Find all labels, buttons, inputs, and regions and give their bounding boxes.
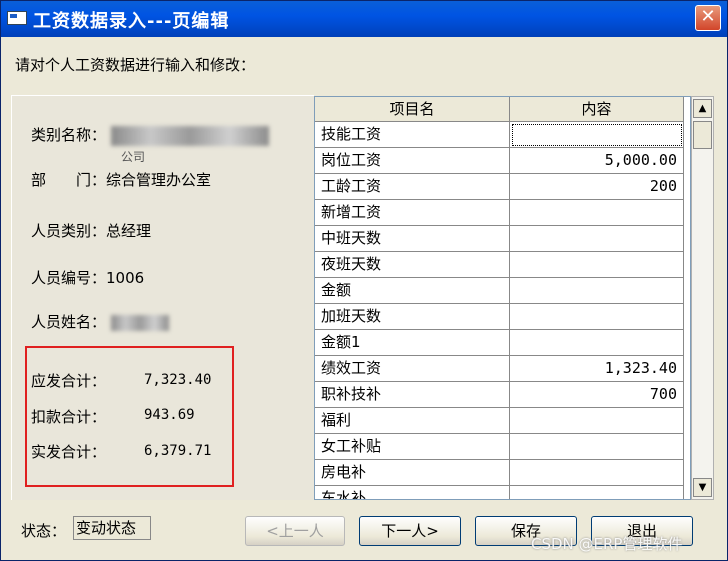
table-row[interactable]: 车水补: [315, 486, 690, 499]
item-value-cell[interactable]: [510, 460, 684, 486]
table-row[interactable]: 工龄工资 200: [315, 174, 690, 200]
deduction-value: 943.69: [144, 407, 195, 423]
category-suffix: 公司: [121, 150, 146, 164]
item-value-cell[interactable]: [510, 486, 684, 499]
grid-scrollbar[interactable]: ▲ ▼: [691, 96, 714, 500]
deduction-row: 扣款合计：: [31, 406, 106, 427]
instruction-text: 请对个人工资数据进行输入和修改：: [15, 56, 256, 74]
item-name-cell: 新增工资: [315, 200, 510, 226]
item-name-cell: 职补技补: [315, 382, 510, 408]
table-row[interactable]: 技能工资: [315, 122, 690, 148]
status-label: 状态：: [21, 522, 67, 540]
item-name-cell: 工龄工资: [315, 174, 510, 200]
item-name-cell: 绩效工资: [315, 356, 510, 382]
column-header-item[interactable]: 项目名: [315, 97, 510, 122]
grid-header: 项目名 内容: [315, 97, 690, 122]
net-label: 实发合计：: [31, 443, 107, 461]
deduction-label: 扣款合计：: [31, 408, 107, 426]
item-value-cell[interactable]: [510, 330, 684, 356]
department-row: 部 门：综合管理办公室: [31, 169, 211, 190]
item-name-cell: 技能工资: [315, 122, 510, 148]
item-value-cell[interactable]: [510, 200, 684, 226]
item-value-cell[interactable]: 700: [510, 382, 684, 408]
item-value-cell[interactable]: 5,000.00: [510, 148, 684, 174]
net-value: 6,379.71: [144, 443, 212, 459]
item-value-cell[interactable]: 1,323.40: [510, 356, 684, 382]
status-value: 变动状态: [73, 516, 151, 540]
item-value-cell[interactable]: [510, 226, 684, 252]
gross-value: 7,323.40: [144, 372, 212, 388]
department-value: 综合管理办公室: [106, 171, 212, 189]
item-value-cell[interactable]: [510, 278, 684, 304]
staff-id-row: 人员编号：1006: [31, 267, 144, 288]
category-row: 类别名称：: [31, 124, 269, 146]
item-name-cell: 女工补贴: [315, 434, 510, 460]
item-name-cell: 金额1: [315, 330, 510, 356]
app-icon: [7, 11, 27, 25]
scroll-down-icon[interactable]: ▼: [693, 478, 712, 497]
item-name-cell: 夜班天数: [315, 252, 510, 278]
staff-type-value: 总经理: [106, 222, 152, 240]
item-name-cell: 金额: [315, 278, 510, 304]
item-name-cell: 房电补: [315, 460, 510, 486]
net-row: 实发合计：: [31, 441, 106, 462]
item-value-cell[interactable]: [510, 122, 684, 148]
staff-id-label: 人员编号：: [31, 269, 107, 287]
window-title: 工资数据录入---页编辑: [33, 11, 230, 32]
watermark: CSDN @ERP管理软件: [531, 535, 683, 553]
item-value-cell[interactable]: 200: [510, 174, 684, 200]
item-name-cell: 福利: [315, 408, 510, 434]
item-value-cell[interactable]: [510, 252, 684, 278]
item-name-cell: 车水补: [315, 486, 510, 499]
item-value-cell[interactable]: [510, 304, 684, 330]
item-name-cell: 加班天数: [315, 304, 510, 330]
item-value-cell[interactable]: [510, 434, 684, 460]
table-row[interactable]: 福利: [315, 408, 690, 434]
gross-label: 应发合计：: [31, 372, 107, 390]
scroll-up-icon[interactable]: ▲: [693, 99, 712, 118]
staff-name-row: 人员姓名：: [31, 311, 169, 332]
staff-name-redacted: [110, 314, 169, 331]
table-row[interactable]: 岗位工资 5,000.00: [315, 148, 690, 174]
item-name-cell: 中班天数: [315, 226, 510, 252]
staff-type-label: 人员类别：: [31, 222, 107, 240]
close-button[interactable]: ✕: [695, 5, 721, 31]
table-row[interactable]: 夜班天数: [315, 252, 690, 278]
dialog-window: 工资数据录入---页编辑 ✕ 请对个人工资数据进行输入和修改： 类别名称： 公司…: [0, 0, 728, 561]
item-name-cell: 岗位工资: [315, 148, 510, 174]
column-header-content[interactable]: 内容: [510, 97, 684, 122]
table-row[interactable]: 金额: [315, 278, 690, 304]
table-row[interactable]: 中班天数: [315, 226, 690, 252]
category-label: 类别名称：: [31, 126, 107, 144]
department-label: 部 门：: [31, 171, 107, 189]
table-row[interactable]: 绩效工资 1,323.40: [315, 356, 690, 382]
category-redacted: [110, 125, 269, 146]
table-row[interactable]: 新增工资: [315, 200, 690, 226]
table-row[interactable]: 职补技补 700: [315, 382, 690, 408]
staff-id-value: 1006: [106, 269, 145, 287]
salary-grid[interactable]: 项目名 内容 技能工资 岗位工资 5,000.00 工龄工资 200 新增工资 中班天数 夜班…: [314, 96, 691, 500]
staff-name-label: 人员姓名：: [31, 313, 107, 331]
next-person-button[interactable]: 下一人>: [359, 516, 461, 546]
table-row[interactable]: 金额1: [315, 330, 690, 356]
scroll-thumb[interactable]: [693, 121, 712, 149]
staff-type-row: 人员类别：总经理: [31, 220, 151, 241]
prev-person-button[interactable]: <上一人: [245, 516, 345, 546]
table-row[interactable]: 加班天数: [315, 304, 690, 330]
gross-row: 应发合计：: [31, 370, 106, 391]
item-value-cell[interactable]: [510, 408, 684, 434]
title-bar[interactable]: 工资数据录入---页编辑 ✕: [1, 1, 727, 37]
table-row[interactable]: 女工补贴: [315, 434, 690, 460]
table-row[interactable]: 房电补: [315, 460, 690, 486]
